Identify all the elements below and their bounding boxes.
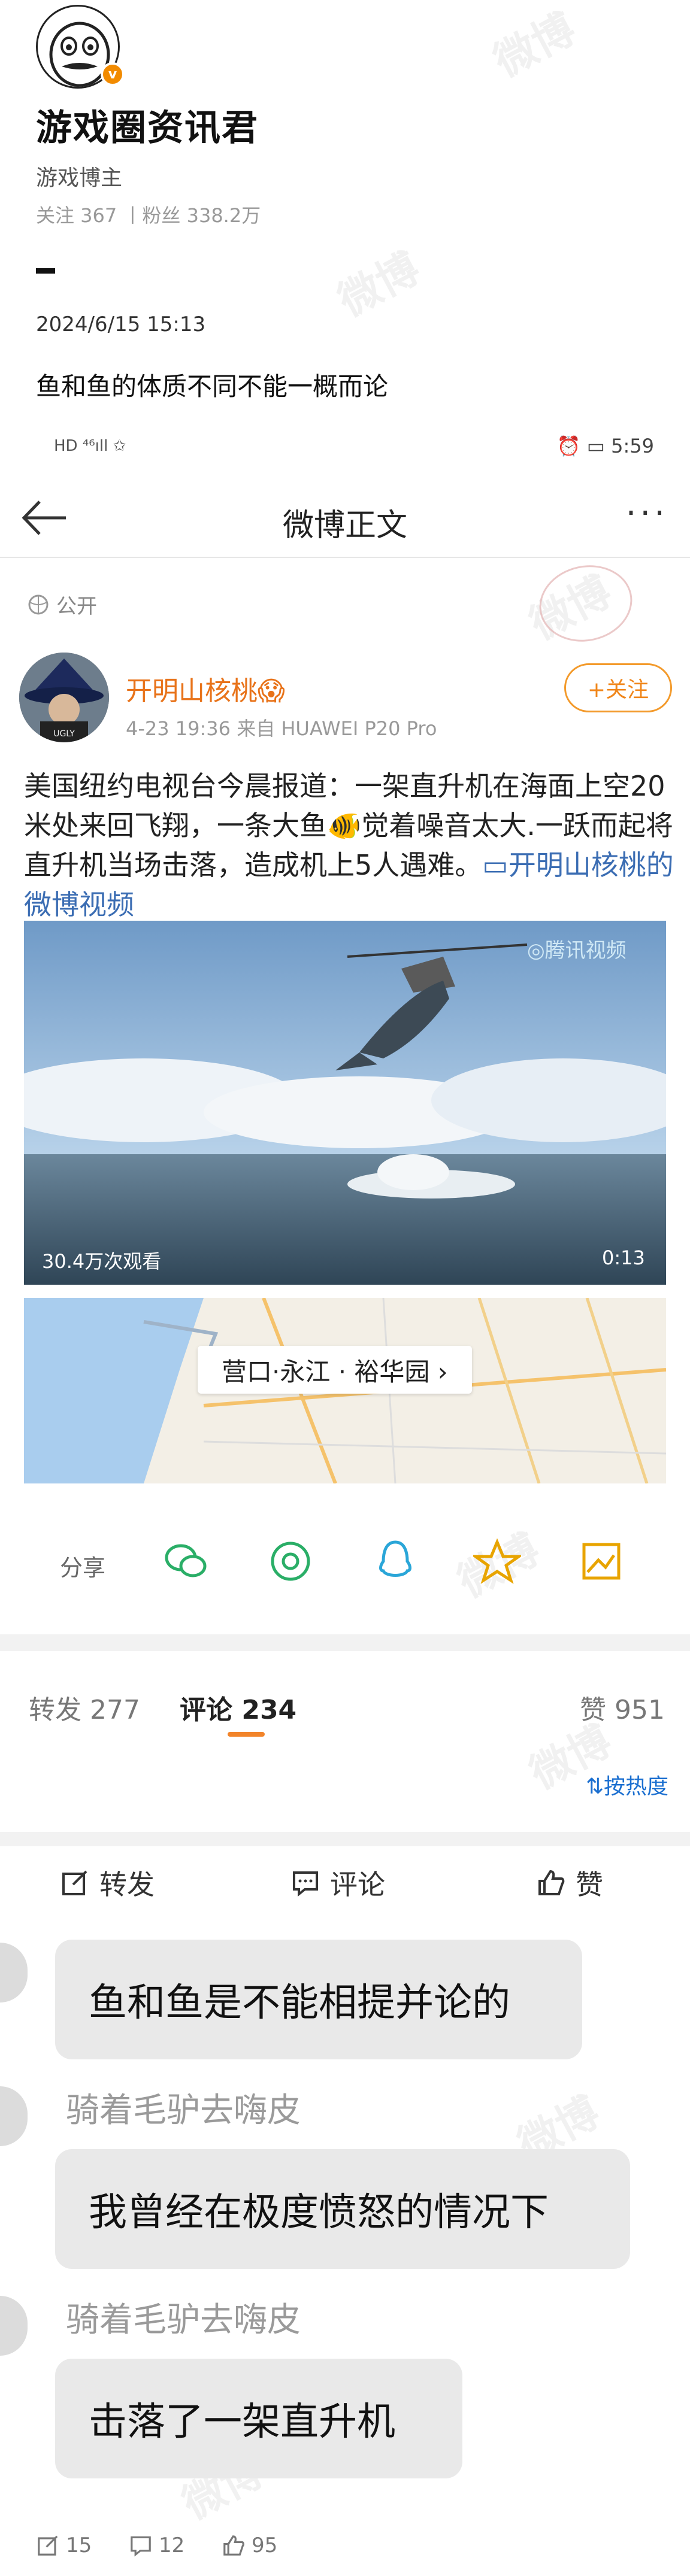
section-gap [0, 1832, 690, 1846]
repost-icon [38, 2535, 58, 2556]
tab-repost[interactable]: 转发 277 [29, 1688, 140, 1727]
header-divider [0, 557, 690, 558]
author-name[interactable]: 游戏圈资讯君 [36, 99, 259, 151]
moments-icon[interactable] [267, 1537, 314, 1585]
avatar[interactable] [0, 2086, 28, 2146]
follow-button[interactable]: +关注 [564, 663, 672, 712]
post-meta: 4-23 19:36 来自 HUAWEI P20 Pro [126, 717, 437, 740]
watermark: 微博 [486, 4, 583, 87]
post-author-avatar[interactable]: UGLY [19, 653, 109, 742]
repost-icon [62, 1870, 87, 1895]
svg-text:UGLY: UGLY [53, 729, 75, 739]
share-label: 分享 [60, 1555, 106, 1581]
more-button[interactable]: ··· [626, 494, 668, 533]
footer-repost-button[interactable]: 15 [36, 2533, 92, 2557]
status-bar-left: HD ⁴⁶ıll ✩ [54, 437, 126, 455]
footer-comment-button[interactable]: 12 [129, 2533, 184, 2557]
post-body: 美国纽约电视台今晨报道：一架直升机在海面上空20米处来回飞翔，一条大鱼🐠觉着噪音… [24, 770, 674, 921]
video-source-logo: ◎腾讯视频 [527, 939, 627, 963]
tab-underline [228, 1732, 265, 1737]
tab-comments[interactable]: 评论 234 [180, 1688, 296, 1727]
location-label[interactable]: 营口·永江 · 裕华园 › [198, 1346, 472, 1394]
like-button[interactable]: 赞 [536, 1863, 603, 1903]
qq-icon[interactable] [371, 1537, 419, 1585]
chat-sender-name: 骑着毛驴去嗨皮 [66, 2091, 301, 2130]
like-icon [538, 1870, 565, 1895]
visibility-label: 公开 [26, 590, 97, 619]
repost-button[interactable]: 转发 [60, 1863, 155, 1903]
like-icon [223, 2535, 244, 2556]
post-author-name[interactable]: 开明山核桃😱 [126, 669, 285, 708]
divider-dash [36, 268, 55, 274]
verified-badge: v [101, 62, 125, 86]
section-gap [0, 1634, 690, 1651]
scream-emoji: 😱 [258, 676, 285, 706]
post-text: 鱼和鱼的体质不同不能一概而论 [36, 372, 389, 401]
video-duration: 0:13 [602, 1246, 645, 1269]
footer-like-button[interactable]: 95 [222, 2533, 277, 2557]
avatar[interactable] [0, 1943, 28, 2002]
fish-emoji: 🐠 [327, 809, 362, 842]
sort-button[interactable]: ⇅按热度 [586, 1769, 668, 1800]
video-player[interactable] [24, 921, 666, 1285]
author-title: 游戏博主 [36, 166, 123, 190]
chat-bubble: 我曾经在极度愤怒的情况下 [55, 2149, 630, 2269]
chat-sender-name: 骑着毛驴去嗨皮 [66, 2301, 301, 2340]
tab-likes[interactable]: 赞 951 [580, 1688, 665, 1727]
post-time: 2024/6/15 15:13 [36, 312, 206, 336]
save-image-icon[interactable] [578, 1537, 626, 1585]
qzone-icon[interactable] [471, 1537, 523, 1585]
comment-icon [293, 1871, 318, 1897]
author-stats: 关注 367 丨粉丝 338.2万 [36, 204, 261, 227]
page-title: 微博正文 [282, 508, 407, 544]
chat-bubble: 鱼和鱼是不能相提并论的 [55, 1940, 582, 2059]
status-bar-right: ⏰ ▭ 5:59 [556, 435, 654, 457]
comment-button[interactable]: 评论 [290, 1863, 385, 1903]
comment-icon [131, 2536, 151, 2557]
wechat-icon[interactable] [162, 1537, 210, 1585]
video-views: 30.4万次观看 [42, 1250, 162, 1273]
chat-bubble: 击落了一架直升机 [55, 2359, 462, 2478]
watermark: 微博 [330, 243, 428, 326]
globe-icon [28, 594, 49, 614]
avatar[interactable] [0, 2296, 28, 2356]
